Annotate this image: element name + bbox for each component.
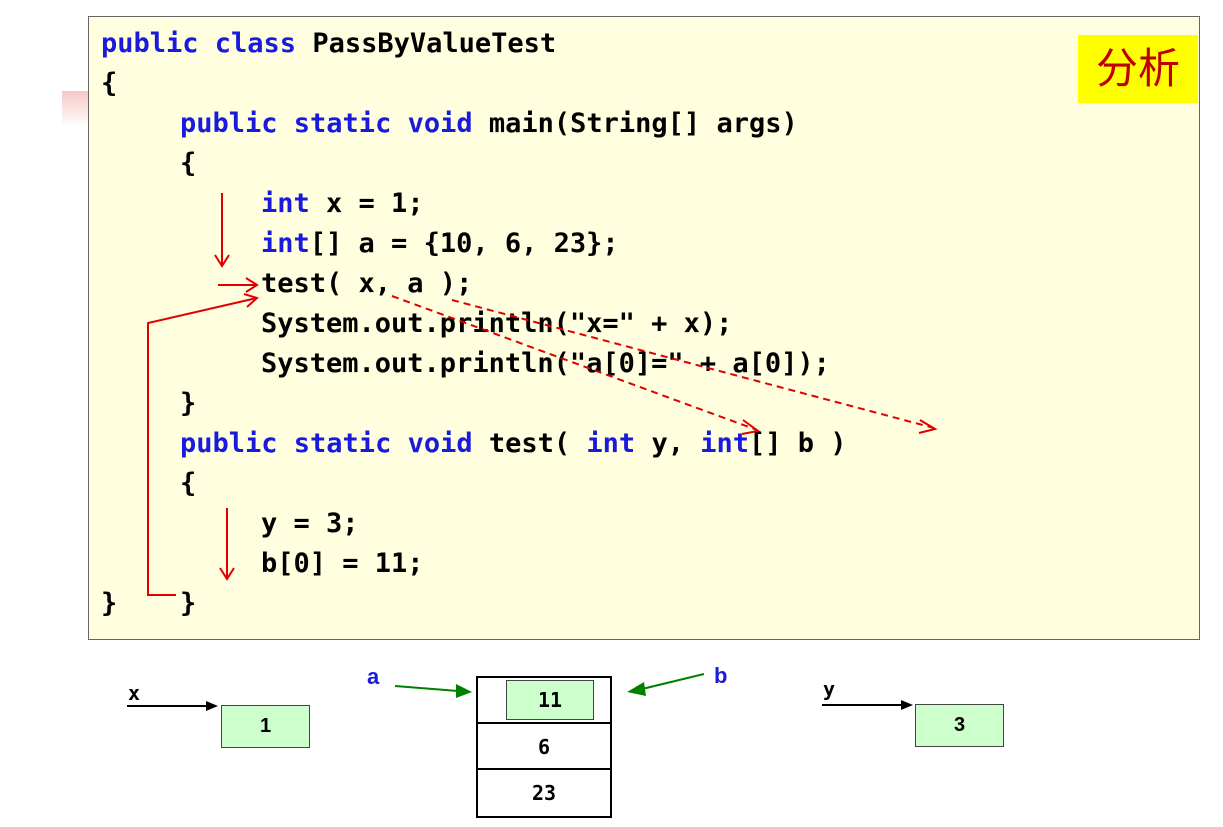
param-arrow-x-to-y — [391, 295, 758, 431]
flow-arrow-return — [147, 293, 259, 596]
param-arrowhead-a — [918, 419, 938, 434]
flow-arrow-main-down — [214, 193, 230, 268]
y-value-cell: 3 — [915, 704, 1004, 747]
b-label: b — [714, 663, 728, 688]
pointer-a — [394, 684, 472, 698]
pointer-b — [627, 673, 705, 696]
array-cell-0: 11 — [478, 678, 610, 724]
x-label: x — [128, 681, 141, 705]
a-label: a — [367, 664, 380, 689]
array-cell-2: 23 — [531, 781, 557, 805]
flow-arrow-test-down — [219, 508, 235, 581]
array-object: 11 6 23 — [476, 676, 612, 818]
param-arrowhead-x — [741, 419, 761, 435]
array-cell-1: 6 — [478, 724, 610, 770]
x-value-cell: 1 — [221, 705, 310, 748]
pointer-y — [822, 700, 913, 710]
param-arrow-a-to-b — [451, 299, 935, 429]
array-cell-0-value: 11 — [506, 680, 594, 720]
y-label: y — [823, 677, 836, 701]
flow-arrow-to-call — [218, 277, 259, 293]
pointer-x — [127, 701, 218, 711]
